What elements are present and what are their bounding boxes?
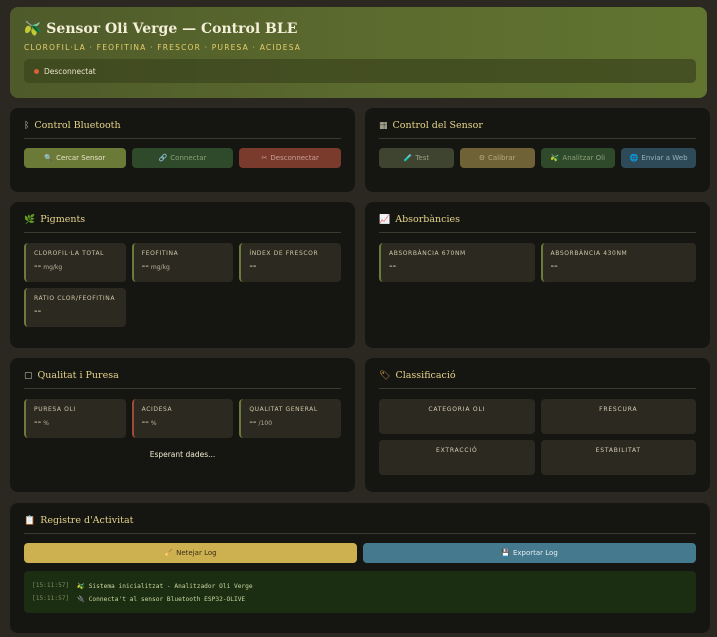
freshness-index-value: -- <box>249 261 257 272</box>
pigments-card: 🌿 Pigments CLOROFIL·LA TOTAL -- mg/kg FEO… <box>10 202 355 348</box>
chlorophyll-metric: CLOROFIL·LA TOTAL -- mg/kg <box>24 243 126 282</box>
calibrate-button[interactable]: ⚙ Calibrar <box>459 148 535 168</box>
search-sensor-button[interactable]: 🔍 Cercar Sensor <box>24 148 126 168</box>
absorbance-430-value: -- <box>550 261 558 272</box>
clipboard-icon: 📋 <box>24 515 36 526</box>
ratio-metric: RATIO CLOR/FEOFITINA -- <box>24 288 126 327</box>
category-box: CATEGORIA OLI <box>379 399 535 434</box>
app-subtitle: CLOROFIL·LA · FEOFITINA · FRESCOR · PURE… <box>24 43 302 52</box>
control-icon: ▦ <box>379 120 388 131</box>
chlorophyll-value: -- <box>34 261 42 272</box>
globe-icon: 🌐 <box>629 154 639 162</box>
log-line: [15:11:57] 🫒 Sistema inicialitzat - Anal… <box>32 582 253 590</box>
activity-log-card: 📋 Registre d'Activitat 🧹 Netejar Log 💾 E… <box>10 503 710 633</box>
chart-icon: 📈 <box>379 214 391 225</box>
leaf-icon: 🌿 <box>24 214 36 225</box>
purity-metric: PURESA OLI --% <box>24 399 126 438</box>
link-icon: 🔗 <box>158 154 168 162</box>
acidity-metric: ACIDESA --% <box>131 399 234 438</box>
pheophytin-metric: FEOFITINA -- mg/kg <box>131 243 234 282</box>
export-log-button[interactable]: 💾 Exportar Log <box>363 543 696 563</box>
waiting-message: Esperant dades... <box>149 450 216 459</box>
search-icon: 🔍 <box>44 154 54 162</box>
bluetooth-card: ᛒ Control Bluetooth 🔍 Cercar Sensor 🔗 Co… <box>10 108 355 192</box>
connection-status-text: Desconnectat <box>44 66 96 76</box>
pigments-card-title: 🌿 Pigments <box>24 214 341 233</box>
tag-icon: 🏷 <box>379 370 391 381</box>
scissors-icon: ✂ <box>261 154 268 162</box>
overall-quality-metric: QUALITAT GENERAL --/100 <box>239 399 341 438</box>
disconnect-button[interactable]: ✂ Desconnectar <box>239 148 342 168</box>
activity-log-title: 📋 Registre d'Activitat <box>24 515 696 534</box>
sensor-control-card-title: ▦ Control del Sensor <box>379 120 696 139</box>
log-line: [15:11:57] 🔌 Connecta't al sensor Blueto… <box>32 595 246 603</box>
broom-icon: 🧹 <box>164 549 174 557</box>
classification-card: 🏷 Classificació CATEGORIA OLI FRESCURA E… <box>365 358 710 492</box>
app-title: 🫒 Sensor Oli Verge — Control BLE <box>24 21 298 37</box>
extraction-box: EXTRACCIÓ <box>379 440 535 475</box>
pheophytin-value: -- <box>141 261 149 272</box>
save-icon: 💾 <box>501 549 510 557</box>
overall-quality-value: -- <box>249 417 257 428</box>
classification-card-title: 🏷 Classificació <box>379 370 696 389</box>
freshness-index-metric: ÍNDEX DE FRESCOR -- <box>239 243 341 282</box>
connection-status-bar: Desconnectat <box>24 59 696 83</box>
freshness-box: FRESCURA <box>540 399 696 434</box>
stability-box: ESTABILITAT <box>540 440 696 475</box>
olive-icon: 🫒 <box>550 154 560 162</box>
log-output: [15:11:57] 🫒 Sistema inicialitzat - Anal… <box>24 571 696 613</box>
test-button[interactable]: 🧪 Test <box>379 148 454 168</box>
ratio-value: -- <box>34 306 42 317</box>
acidity-value: -- <box>141 417 149 428</box>
test-tube-icon: 🧪 <box>403 154 413 162</box>
absorbance-670-metric: ABSORBÀNCIA 670NM -- <box>379 243 535 282</box>
quality-card-title: ▢ Qualitat i Puresa <box>24 370 341 389</box>
sensor-control-card: ▦ Control del Sensor 🧪 Test ⚙ Calibrar 🫒… <box>365 108 710 192</box>
status-dot-icon <box>34 68 39 74</box>
bluetooth-card-title: ᛒ Control Bluetooth <box>24 120 341 139</box>
analyze-oil-button[interactable]: 🫒 Analitzar Oli <box>540 148 616 168</box>
send-to-web-button[interactable]: 🌐 Enviar a Web <box>621 148 696 168</box>
absorbances-card: 📈 Absorbàncies ABSORBÀNCIA 670NM -- ABSO… <box>365 202 710 348</box>
connect-button[interactable]: 🔗 Connectar <box>131 148 234 168</box>
purity-value: -- <box>34 417 42 428</box>
gear-icon: ⚙ <box>478 154 485 162</box>
absorbance-430-metric: ABSORBÀNCIA 430NM -- <box>540 243 696 282</box>
clear-log-button[interactable]: 🧹 Netejar Log <box>24 543 357 563</box>
quality-icon: ▢ <box>24 370 33 381</box>
absorbance-670-value: -- <box>389 261 397 272</box>
bluetooth-icon: ᛒ <box>24 120 30 131</box>
absorbances-card-title: 📈 Absorbàncies <box>379 214 696 233</box>
app-header: 🫒 Sensor Oli Verge — Control BLE CLOROFI… <box>10 7 707 98</box>
quality-card: ▢ Qualitat i Puresa PURESA OLI --% ACIDE… <box>10 358 355 492</box>
